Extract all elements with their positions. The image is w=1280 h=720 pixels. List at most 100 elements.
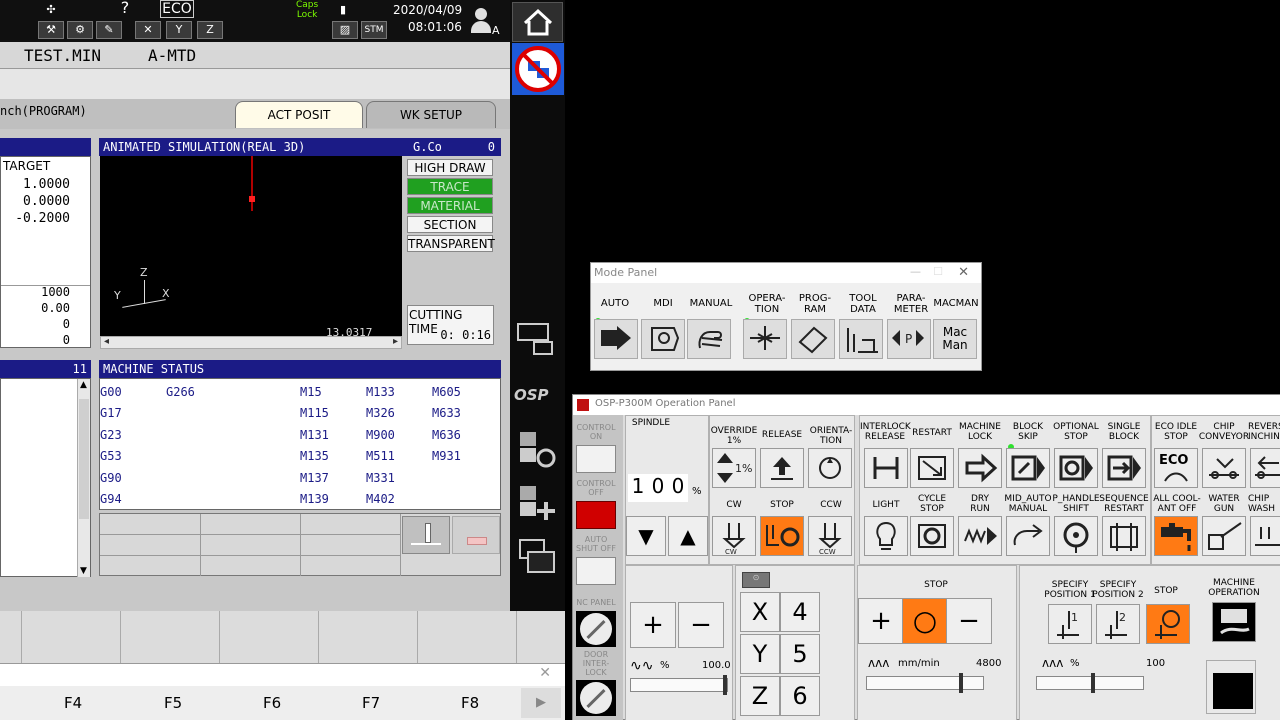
feed-minus-button[interactable]: −: [946, 598, 992, 644]
display-switch-icon[interactable]: [516, 322, 556, 358]
mode-icon-2[interactable]: ⚙: [67, 21, 93, 39]
num-4-key[interactable]: 4: [780, 592, 820, 632]
sequence-restart-button[interactable]: [1102, 516, 1146, 556]
mode-icon-3[interactable]: ✎: [96, 21, 122, 39]
section-button[interactable]: SECTION: [407, 216, 493, 233]
program-mode-button[interactable]: [791, 319, 835, 359]
override-button[interactable]: 1%: [712, 448, 756, 488]
cycle-stop-button[interactable]: [910, 516, 954, 556]
fkey-f7[interactable]: F7: [362, 694, 380, 712]
close-icon[interactable]: ✕: [958, 265, 969, 280]
slider-thumb[interactable]: [723, 675, 727, 695]
all-coolant-off-button[interactable]: [1154, 516, 1198, 556]
reverse-inching-button[interactable]: [1250, 448, 1280, 488]
fkey-f4[interactable]: F4: [64, 694, 82, 712]
num-6-key[interactable]: 6: [780, 676, 820, 716]
fkey-upper-5[interactable]: [319, 611, 418, 663]
spindle-cw-button[interactable]: CW: [712, 516, 756, 556]
control-on-button[interactable]: [576, 445, 616, 473]
mode-icon-5[interactable]: Y: [166, 21, 192, 39]
interlock-release-button[interactable]: [864, 448, 908, 488]
fkey-upper-2[interactable]: [22, 611, 121, 663]
tab-wk-setup[interactable]: WK SETUP: [366, 101, 496, 128]
axis-z-key[interactable]: Z: [740, 676, 780, 716]
water-gun-button[interactable]: [1202, 516, 1246, 556]
nc-panel-key[interactable]: [576, 611, 616, 647]
slider-thumb[interactable]: [1091, 673, 1095, 693]
window-settings-icon[interactable]: [518, 430, 558, 468]
fkey-upper-4[interactable]: [220, 611, 319, 663]
spindle-plus-button[interactable]: +: [630, 602, 676, 648]
dry-run-button[interactable]: [958, 516, 1002, 556]
block-skip-button[interactable]: [1006, 448, 1050, 488]
restart-button[interactable]: [910, 448, 954, 488]
chip-conveyor-button[interactable]: [1202, 448, 1246, 488]
scroll-down-icon[interactable]: ▼: [80, 566, 87, 576]
material-button[interactable]: MATERIAL: [407, 197, 493, 214]
next-page-icon[interactable]: ▶: [521, 688, 561, 718]
mdi-mode-button[interactable]: [641, 319, 685, 359]
spindle-up-button[interactable]: ▲: [668, 516, 708, 556]
spindle-stop-button[interactable]: [760, 516, 804, 556]
slider-thumb[interactable]: [959, 673, 963, 693]
auto-mode-button[interactable]: [594, 319, 638, 359]
trace-button[interactable]: TRACE: [407, 178, 493, 195]
window-cascade-icon[interactable]: [518, 538, 558, 576]
parameter-mode-button[interactable]: P: [887, 319, 931, 359]
auto-shut-off-button[interactable]: [576, 557, 616, 585]
scroll-up-icon[interactable]: ▲: [80, 380, 87, 390]
tab-act-posit[interactable]: ACT POSIT: [235, 101, 363, 128]
control-off-button[interactable]: [576, 501, 616, 529]
feed-override-slider[interactable]: [866, 673, 984, 693]
simulation-scrollbar[interactable]: ◂ ▸: [100, 336, 402, 349]
axis-y-key[interactable]: Y: [740, 634, 780, 674]
mode-icon-4[interactable]: ✕: [135, 21, 161, 39]
mid-auto-manual-button[interactable]: [1006, 516, 1050, 556]
release-button[interactable]: [760, 448, 804, 488]
black-key-button[interactable]: [1213, 673, 1253, 709]
maximize-icon[interactable]: ☐: [933, 265, 943, 278]
help-icon[interactable]: ?: [112, 0, 138, 18]
axis-x-key[interactable]: X: [740, 592, 780, 632]
minimize-icon[interactable]: —: [910, 265, 921, 278]
pallet-icon[interactable]: [452, 516, 500, 554]
high-draw-button[interactable]: HIGH DRAW: [407, 159, 493, 176]
optional-stop-button[interactable]: [1054, 448, 1098, 488]
move-icon[interactable]: ✣: [38, 2, 64, 20]
machine-operation-button[interactable]: [1212, 602, 1256, 642]
feed-plus-button[interactable]: +: [858, 598, 904, 644]
tool-data-mode-button[interactable]: [839, 319, 883, 359]
single-block-button[interactable]: [1102, 448, 1146, 488]
operation-mode-button[interactable]: [743, 319, 787, 359]
spindle-override-slider[interactable]: [630, 675, 728, 695]
window-add-icon[interactable]: [518, 484, 558, 522]
mode-icon-6[interactable]: Z: [197, 21, 223, 39]
scroll-left-icon[interactable]: ◂: [104, 336, 109, 347]
mode-icon-1[interactable]: ⚒: [38, 21, 64, 39]
spindle-ccw-button[interactable]: CCW: [808, 516, 852, 556]
eco-idle-stop-button[interactable]: ECO: [1154, 448, 1198, 488]
orientation-button[interactable]: [808, 448, 852, 488]
chip-wash-button[interactable]: [1250, 516, 1280, 556]
fkey-upper-3[interactable]: [121, 611, 220, 663]
left-list-scrollbar[interactable]: ▲ ▼: [77, 379, 90, 577]
specify-position-1-button[interactable]: 1: [1048, 604, 1092, 644]
tool-change-icon[interactable]: [402, 516, 450, 554]
p-handle-shift-button[interactable]: [1054, 516, 1098, 556]
fkey-f5[interactable]: F5: [164, 694, 182, 712]
fkey-f8[interactable]: F8: [461, 694, 479, 712]
transparent-button[interactable]: TRANSPARENT: [407, 235, 495, 252]
network-disabled-button[interactable]: [512, 43, 564, 95]
feed-stop-button[interactable]: ○: [902, 598, 948, 644]
home-button[interactable]: [512, 2, 563, 42]
spindle-down-button[interactable]: ▼: [626, 516, 666, 556]
macman-mode-button[interactable]: Mac Man: [933, 319, 977, 359]
num-5-key[interactable]: 5: [780, 634, 820, 674]
scroll-right-icon[interactable]: ▸: [393, 336, 398, 347]
rapid-stop-button[interactable]: [1146, 604, 1190, 644]
door-interlock-key[interactable]: [576, 680, 616, 716]
simulation-viewport[interactable]: Z Y X 13.0317: [100, 156, 402, 339]
fkey-upper-6[interactable]: [418, 611, 517, 663]
rapid-override-slider[interactable]: [1036, 673, 1144, 693]
manual-mode-button[interactable]: [687, 319, 731, 359]
